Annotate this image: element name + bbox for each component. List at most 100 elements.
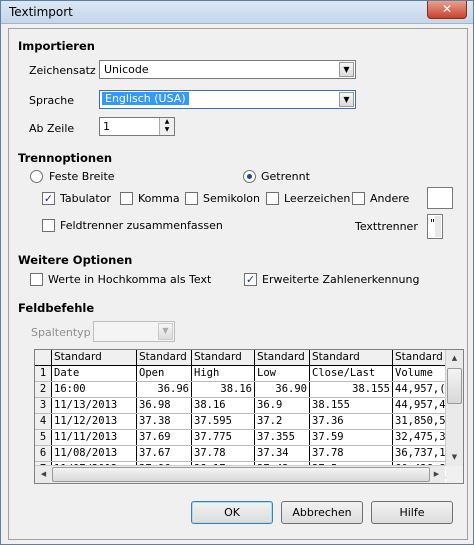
column-type-label: Spaltentyp bbox=[31, 326, 91, 339]
other-checkbox[interactable] bbox=[352, 192, 365, 205]
chevron-down-icon bbox=[435, 216, 441, 237]
table-cell: 37.67 bbox=[136, 445, 192, 462]
separator-heading: Trennoptionen bbox=[18, 151, 113, 165]
vertical-scroll-thumb[interactable] bbox=[447, 368, 462, 404]
charset-value: Unicode bbox=[104, 63, 149, 76]
charset-label: Zeichensatz bbox=[29, 64, 96, 77]
table-cell: 37.78 bbox=[191, 445, 255, 462]
table-cell: 11/13/2013 bbox=[51, 397, 137, 414]
horizontal-scroll-thumb[interactable] bbox=[52, 467, 430, 482]
column-header[interactable]: Standard bbox=[254, 350, 310, 366]
table-cell: 37.36 bbox=[309, 413, 393, 430]
from-row-label: Ab Zeile bbox=[29, 122, 75, 135]
radio-selected-icon bbox=[247, 174, 252, 179]
table-row: 2 16:00 36.96 38.16 36.90 38.155 44,957,… bbox=[35, 381, 450, 398]
charset-select[interactable]: Unicode ▼ bbox=[99, 60, 356, 79]
column-header[interactable]: Standard bbox=[191, 350, 255, 366]
table-cell: High bbox=[191, 365, 255, 382]
chevron-down-icon: ▼ bbox=[158, 323, 173, 340]
row-number: 3 bbox=[35, 397, 52, 414]
spin-down-icon[interactable]: ▼ bbox=[160, 126, 174, 134]
fixed-width-radio[interactable] bbox=[30, 170, 43, 183]
text-delimiter-select[interactable]: " bbox=[427, 214, 443, 239]
table-cell: 16:00 bbox=[51, 381, 137, 398]
table-row: 5 11/11/2013 37.69 37.775 37.355 37.59 3… bbox=[35, 429, 450, 446]
textimport-dialog: Textimport ✕ Importieren Zeichensatz Uni… bbox=[0, 0, 474, 545]
scroll-down-icon[interactable]: ▼ bbox=[447, 450, 462, 465]
other-label[interactable]: Andere bbox=[370, 192, 409, 205]
table-cell: Date bbox=[51, 365, 137, 382]
chevron-down-icon: ▼ bbox=[339, 62, 354, 77]
table-cell: 37.2 bbox=[254, 413, 310, 430]
table-row: 6 11/08/2013 37.67 37.78 37.34 37.78 36,… bbox=[35, 445, 450, 462]
table-cell: 37.78 bbox=[309, 445, 393, 462]
table-cell: 38.16 bbox=[191, 397, 255, 414]
quoted-as-text-label[interactable]: Werte in Hochkomma als Text bbox=[48, 273, 211, 286]
table-cell: 31,850,5 bbox=[392, 413, 450, 430]
close-button[interactable]: ✕ bbox=[427, 1, 467, 19]
import-heading: Importieren bbox=[18, 39, 95, 53]
table-cell: 11/12/2013 bbox=[51, 413, 137, 430]
merge-delimiters-label[interactable]: Feldtrenner zusammenfassen bbox=[60, 219, 223, 232]
comma-checkbox[interactable] bbox=[120, 192, 133, 205]
table-row: 4 11/12/2013 37.38 37.595 37.2 37.36 31,… bbox=[35, 413, 450, 430]
preview-header-row: Standard Standard Standard Standard Stan… bbox=[35, 350, 450, 366]
tab-checkbox[interactable]: ✓ bbox=[42, 192, 55, 205]
ok-button[interactable]: OK bbox=[191, 501, 273, 524]
table-cell: 36.96 bbox=[136, 381, 192, 398]
semicolon-checkbox[interactable] bbox=[185, 192, 198, 205]
table-cell: 44,957,( bbox=[392, 381, 450, 398]
table-cell: Close/Last bbox=[309, 365, 393, 382]
row-number: 5 bbox=[35, 429, 52, 446]
semicolon-label[interactable]: Semikolon bbox=[203, 192, 260, 205]
table-cell: 36.98 bbox=[136, 397, 192, 414]
preview-grid[interactable]: Standard Standard Standard Standard Stan… bbox=[34, 349, 464, 484]
number-detection-label[interactable]: Erweiterte Zahlenerkennung bbox=[262, 273, 419, 286]
scroll-right-icon[interactable]: ▶ bbox=[429, 467, 444, 482]
row-number: 1 bbox=[35, 365, 52, 382]
title-bar: Textimport ✕ bbox=[1, 1, 473, 24]
column-header[interactable]: Standard bbox=[309, 350, 393, 366]
table-row: 1 Date Open High Low Close/Last Volume bbox=[35, 365, 450, 382]
comma-label[interactable]: Komma bbox=[138, 192, 180, 205]
fixed-width-label[interactable]: Feste Breite bbox=[49, 170, 115, 183]
separated-radio[interactable] bbox=[243, 170, 256, 183]
row-number: 6 bbox=[35, 445, 52, 462]
help-button[interactable]: Hilfe bbox=[371, 501, 453, 524]
from-row-spinner[interactable]: 1 ▲ ▼ bbox=[99, 117, 175, 136]
column-header[interactable]: Standard bbox=[392, 350, 450, 366]
dialog-body: Importieren Zeichensatz Unicode ▼ Sprach… bbox=[8, 28, 468, 540]
table-cell: 11/08/2013 bbox=[51, 445, 137, 462]
spin-up-icon[interactable]: ▲ bbox=[160, 118, 174, 126]
tab-label[interactable]: Tabulator bbox=[60, 192, 111, 205]
chevron-down-icon: ▼ bbox=[339, 92, 354, 107]
merge-delimiters-checkbox[interactable] bbox=[42, 219, 55, 232]
column-type-select[interactable]: ▼ bbox=[93, 321, 175, 342]
table-row: 3 11/13/2013 36.98 38.16 36.9 38.155 44,… bbox=[35, 397, 450, 414]
language-value: Englisch (USA) bbox=[102, 92, 189, 105]
language-select[interactable]: Englisch (USA) ▼ bbox=[99, 90, 356, 109]
space-label[interactable]: Leerzeichen bbox=[284, 192, 350, 205]
table-cell: 37.59 bbox=[309, 429, 393, 446]
vertical-scrollbar[interactable]: ▲ ▼ bbox=[445, 350, 463, 466]
table-cell: 37.595 bbox=[191, 413, 255, 430]
quoted-as-text-checkbox[interactable] bbox=[30, 273, 43, 286]
space-checkbox[interactable] bbox=[266, 192, 279, 205]
table-cell: 37.355 bbox=[254, 429, 310, 446]
scroll-up-icon[interactable]: ▲ bbox=[447, 351, 462, 366]
more-options-heading: Weitere Optionen bbox=[18, 253, 133, 267]
table-cell: 36,737,1 bbox=[392, 445, 450, 462]
separated-label[interactable]: Getrennt bbox=[261, 170, 310, 183]
number-detection-checkbox[interactable]: ✓ bbox=[244, 273, 257, 286]
table-cell: 37.38 bbox=[136, 413, 192, 430]
scroll-left-icon[interactable]: ◀ bbox=[36, 467, 51, 482]
other-separator-input[interactable] bbox=[427, 187, 453, 209]
column-header[interactable]: Standard bbox=[51, 350, 137, 366]
table-cell: Volume bbox=[392, 365, 450, 382]
cancel-button[interactable]: Abbrechen bbox=[281, 501, 363, 524]
horizontal-scrollbar[interactable]: ◀ ▶ bbox=[35, 465, 445, 483]
column-header[interactable]: Standard bbox=[136, 350, 192, 366]
table-cell: 11/11/2013 bbox=[51, 429, 137, 446]
language-label: Sprache bbox=[29, 94, 75, 107]
table-cell: 38.155 bbox=[309, 381, 393, 398]
